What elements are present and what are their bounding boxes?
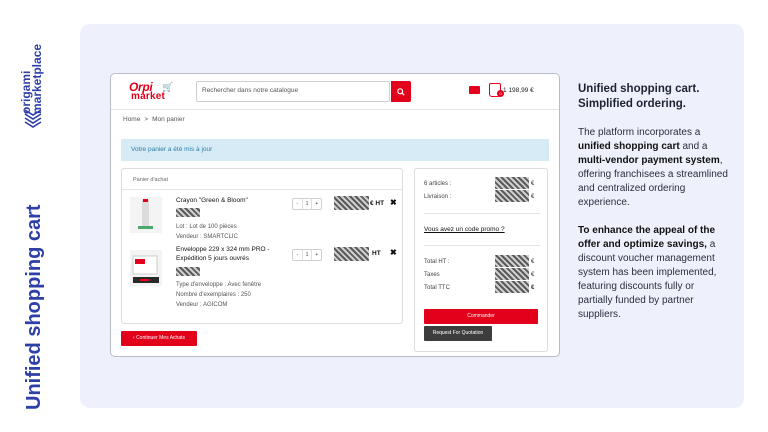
line-price-hidden: [334, 196, 369, 210]
item-vendor: Vendeur : SMARTCLIC: [176, 234, 238, 240]
description-title: Unified shopping cart. Simplified orderi…: [578, 83, 700, 110]
item-name[interactable]: Enveloppe 229 x 324 mm PRO - Expédition …: [176, 246, 286, 263]
request-quotation-button[interactable]: Request For Quotation: [424, 326, 492, 341]
origami-mark-icon: [24, 109, 42, 128]
search-button[interactable]: [391, 81, 411, 102]
total-ht-hidden: [495, 255, 529, 267]
brand-name-line2: marketplace: [30, 43, 44, 114]
taxes-hidden: [495, 268, 529, 280]
item-vendor: Vendeur : AGICOM: [176, 302, 228, 308]
line-price-hidden: [334, 247, 369, 261]
orpi-market-logo[interactable]: Orpi 🛒 market: [129, 80, 175, 104]
order-button[interactable]: Commander: [424, 309, 538, 324]
unit-price-hidden: [176, 208, 200, 217]
envelope-product-image: [130, 250, 162, 286]
shipping-label: Livraison :: [424, 194, 452, 200]
price-suffix: € HT: [370, 200, 385, 207]
item-name[interactable]: Crayon "Green & Bloom": [176, 197, 286, 206]
total-ttc-hidden: [495, 281, 529, 293]
slide: origami marketplace Unified shopping car…: [0, 0, 768, 432]
description-paragraph-2: To enhance the appeal of the offer and o…: [578, 225, 717, 320]
description: Unified shopping cart. Simplified orderi…: [578, 82, 728, 322]
remove-item-icon[interactable]: ✖: [390, 248, 397, 257]
origami-logo: origami marketplace: [14, 22, 54, 134]
taxes-label: Taxes: [424, 272, 440, 278]
quantity-stepper[interactable]: - 1 +: [292, 249, 322, 261]
promo-code-link[interactable]: Vous avez un code promo ?: [424, 226, 505, 233]
shipping-amount-hidden: [495, 190, 529, 202]
articles-label: 6 articles :: [424, 181, 452, 187]
shop-window: Orpi 🛒 market Rechercher dans notre cata…: [110, 73, 560, 357]
remove-item-icon[interactable]: ✖: [390, 198, 397, 207]
update-alert: Votre panier a été mis à jour: [121, 139, 549, 161]
vertical-title: Unified shopping cart: [23, 204, 45, 410]
breadcrumb: Home > Mon panier: [123, 116, 185, 123]
pencil-product-image: [130, 197, 162, 233]
item-lot: Lot : Lot de 100 pièces: [176, 224, 237, 230]
total-ttc-label: Total TTC: [424, 285, 450, 291]
cart-total[interactable]: 1 198,99 €: [503, 87, 534, 94]
cart-title: Panier d'achat: [133, 177, 168, 183]
articles-amount-hidden: [495, 177, 529, 189]
breadcrumb-home[interactable]: Home: [123, 116, 140, 123]
search-input[interactable]: Rechercher dans notre catalogue: [196, 81, 390, 102]
continue-shopping-button[interactable]: ‹ Continuer Mes Achats: [121, 331, 197, 346]
item-envelope-type: Type d'enveloppe : Avec fenêtre: [176, 282, 262, 288]
order-summary: 6 articles : € Livraison : € Vous avez u…: [414, 168, 548, 352]
unit-price-hidden: [176, 267, 200, 276]
qty-plus[interactable]: +: [312, 199, 321, 209]
shop-header: Orpi 🛒 market Rechercher dans notre cata…: [111, 74, 559, 110]
price-suffix: HT: [372, 250, 381, 257]
qty-value[interactable]: 1: [301, 199, 313, 209]
qty-plus[interactable]: +: [312, 250, 321, 260]
search-icon: [397, 88, 405, 96]
item-copies: Nombre d'exemplaires : 250: [176, 292, 251, 298]
qty-value[interactable]: 1: [301, 250, 313, 260]
total-ht-label: Total HT :: [424, 259, 450, 265]
quantity-stepper[interactable]: - 1 +: [292, 198, 322, 210]
breadcrumb-current: Mon panier: [152, 116, 185, 123]
cart-box: Panier d'achat Crayon "Green & Bloom" Lo…: [121, 168, 403, 324]
mail-icon[interactable]: [469, 86, 480, 94]
qty-minus[interactable]: -: [293, 250, 302, 260]
description-paragraph-1: The platform incorporates a unified shop…: [578, 127, 728, 208]
qty-minus[interactable]: -: [293, 199, 302, 209]
